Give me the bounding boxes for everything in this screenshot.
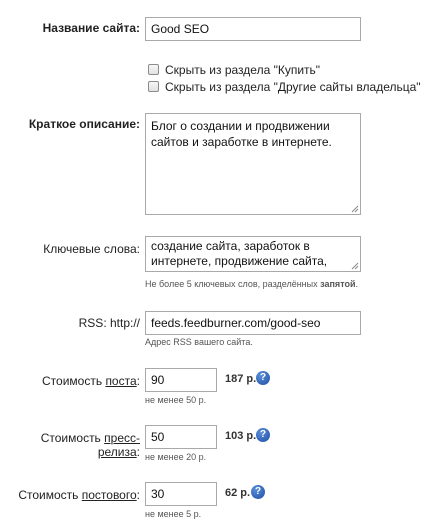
hide-other-label: Скрыть из раздела "Другие сайты владельц… bbox=[165, 80, 421, 94]
site-name-label: Название сайта: bbox=[42, 21, 140, 35]
resize-grip-icon[interactable] bbox=[350, 261, 359, 270]
permanent-price: 62 р. bbox=[225, 487, 251, 499]
help-icon[interactable]: ? bbox=[256, 371, 270, 385]
site-name-input[interactable]: Good SEO bbox=[145, 17, 361, 41]
help-icon[interactable]: ? bbox=[251, 485, 265, 499]
post-price: 187 р. bbox=[225, 373, 257, 385]
rss-hint: Адрес RSS вашего сайта. bbox=[145, 337, 253, 347]
post-cost-label-prefix: Стоимость bbox=[42, 374, 106, 388]
hide-buy-checkbox[interactable] bbox=[148, 64, 159, 75]
description-textarea[interactable]: Блог о создании и продвижении сайтов и з… bbox=[145, 113, 361, 215]
keywords-hint-bold: запятой bbox=[320, 279, 356, 289]
post-cost-label-suffix: : bbox=[136, 374, 140, 388]
keywords-hint: Не более 5 ключевых слов, разделённых за… bbox=[145, 279, 358, 289]
keywords-hint-text: Не более 5 ключевых слов, разделённых bbox=[145, 279, 321, 289]
permanent-link[interactable]: постового bbox=[82, 488, 137, 502]
press-cost-input[interactable]: 50 bbox=[145, 425, 217, 449]
keywords-label: Ключевые слова: bbox=[43, 242, 140, 256]
hide-other-checkbox[interactable] bbox=[148, 81, 159, 92]
hide-buy-label: Скрыть из раздела "Купить" bbox=[165, 63, 321, 77]
help-icon[interactable]: ? bbox=[256, 428, 270, 442]
post-cost-label: Стоимость поста: bbox=[0, 374, 140, 388]
post-cost-hint: не менее 50 р. bbox=[145, 395, 207, 405]
resize-grip-icon[interactable] bbox=[350, 204, 359, 213]
description-text: Блог о создании и продвижении сайтов и з… bbox=[151, 119, 332, 149]
press-cost-label: Стоимость пресс-релиза: bbox=[0, 431, 140, 459]
press-cost-label-suffix: : bbox=[136, 445, 140, 459]
keywords-text: создание сайта, заработок в интернете, п… bbox=[151, 239, 328, 271]
rss-input[interactable]: feeds.feedburner.com/good-seo bbox=[145, 311, 361, 335]
press-release-link[interactable]: пресс-релиза bbox=[98, 431, 140, 459]
press-cost-hint: не менее 20 р. bbox=[145, 452, 207, 462]
press-price: 103 р. bbox=[225, 430, 257, 442]
description-label: Краткое описание: bbox=[28, 117, 140, 131]
post-link[interactable]: поста bbox=[105, 374, 136, 388]
permanent-cost-label-suffix: : bbox=[136, 488, 140, 502]
press-cost-label-prefix: Стоимость bbox=[40, 431, 105, 445]
keywords-textarea[interactable]: создание сайта, заработок в интернете, п… bbox=[145, 236, 361, 272]
permanent-cost-input[interactable]: 30 bbox=[145, 482, 217, 506]
permanent-cost-label-prefix: Стоимость bbox=[18, 488, 82, 502]
permanent-cost-label: Стоимость постового: bbox=[0, 488, 140, 502]
rss-label: RSS: http:// bbox=[78, 316, 140, 330]
keywords-hint-end: . bbox=[355, 279, 359, 289]
permanent-cost-hint: не менее 5 р. bbox=[145, 509, 202, 519]
post-cost-input[interactable]: 90 bbox=[145, 368, 217, 392]
